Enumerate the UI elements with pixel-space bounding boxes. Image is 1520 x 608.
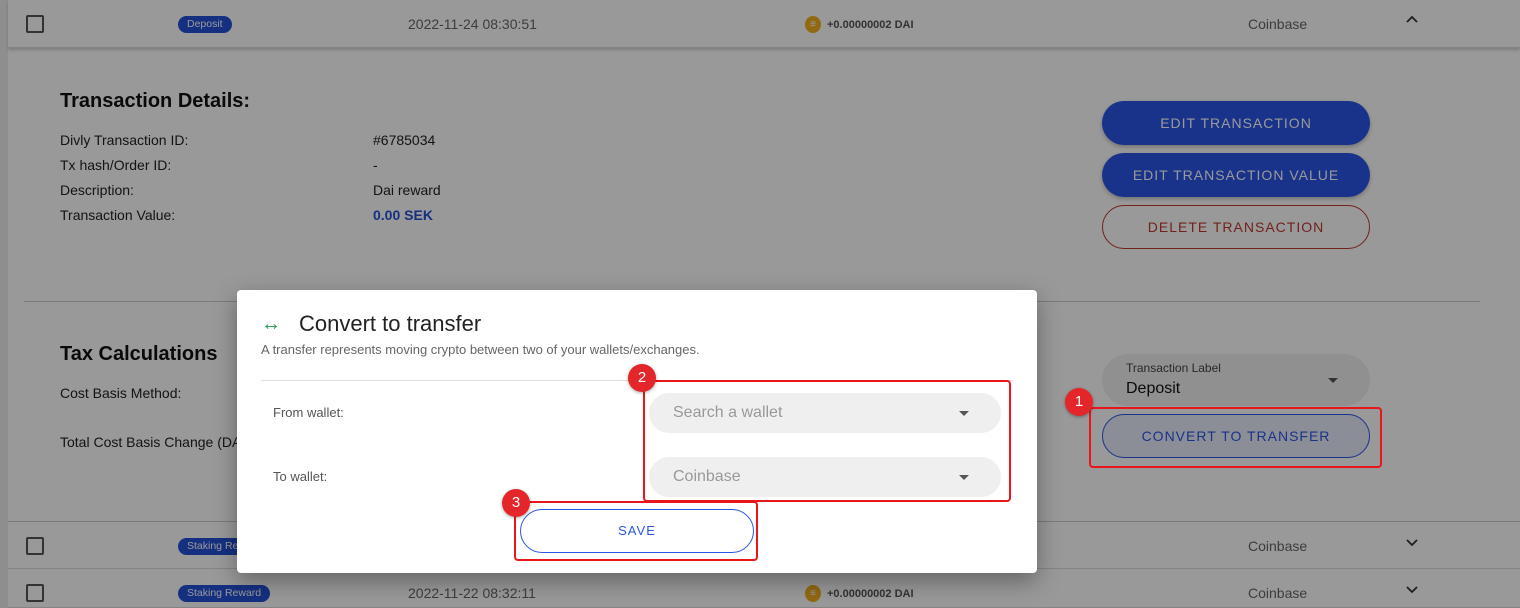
annotation-marker-2: 2 [628,364,656,392]
dialog-title-text: Convert to transfer [299,311,482,336]
annotation-box-3 [514,501,758,561]
annotation-marker-3: 3 [502,489,530,517]
left-right-arrow-icon: ↔ [261,312,281,335]
to-wallet-label: To wallet: [273,469,328,484]
annotation-marker-1: 1 [1065,388,1093,416]
annotation-box-1 [1089,407,1382,468]
dialog-title: ↔ Convert to transfer [261,311,481,337]
dialog-subtitle: A transfer represents moving crypto betw… [261,342,700,357]
from-wallet-label: From wallet: [273,405,344,420]
annotation-box-2 [643,380,1011,502]
